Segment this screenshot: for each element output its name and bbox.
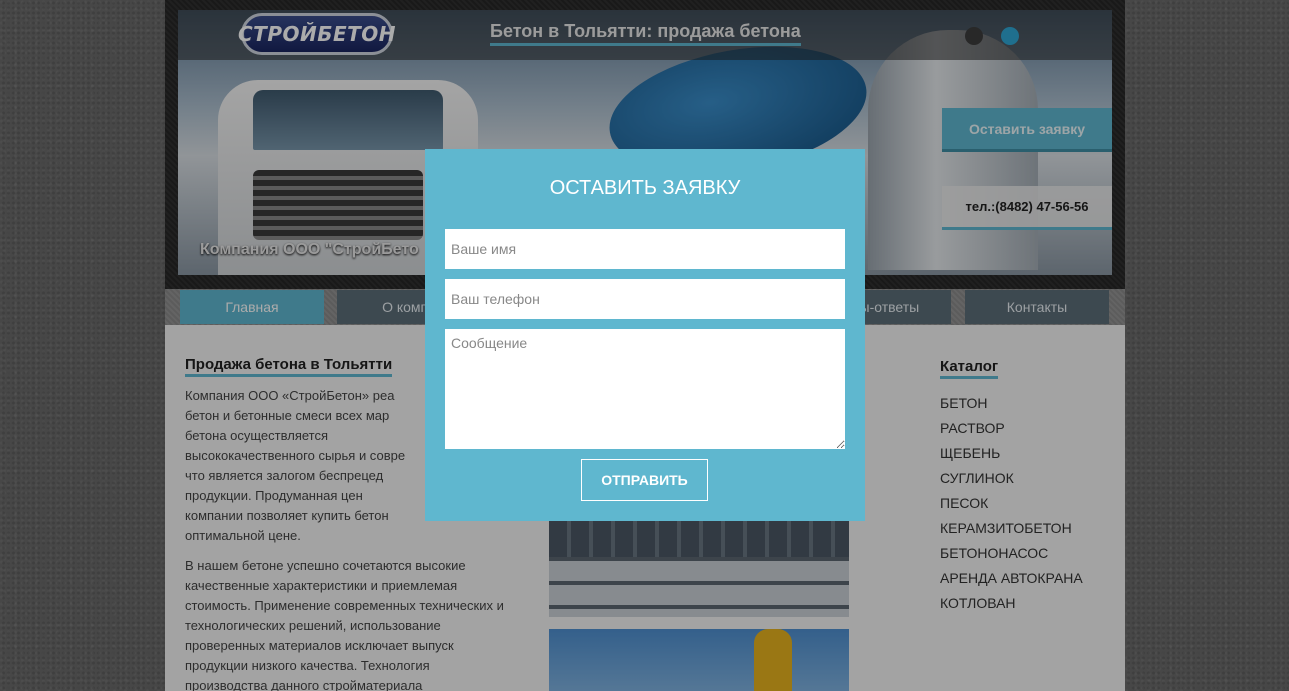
name-input[interactable]	[445, 229, 845, 269]
modal-title: ОСТАВИТЬ ЗАЯВКУ	[549, 177, 741, 199]
phone-input[interactable]	[445, 279, 845, 319]
request-modal: ОСТАВИТЬ ЗАЯВКУ ОТПРАВИТЬ	[425, 149, 865, 521]
submit-button[interactable]: ОТПРАВИТЬ	[581, 459, 708, 501]
message-textarea[interactable]	[445, 329, 845, 449]
